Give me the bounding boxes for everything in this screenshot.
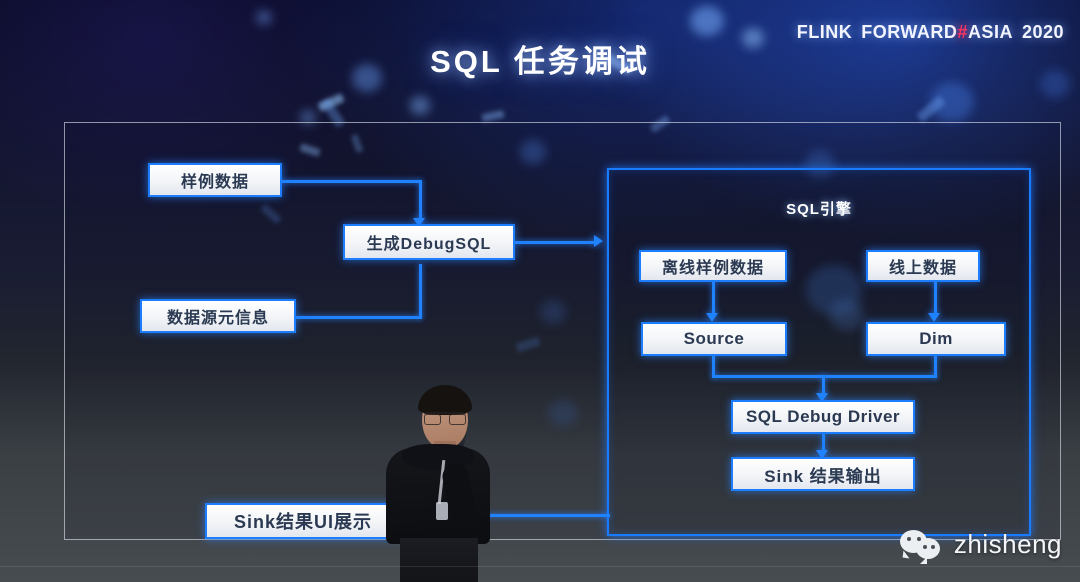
presenter-hair xyxy=(418,385,472,415)
node-offline-sample-data[interactable]: 离线样例数据 xyxy=(639,250,787,282)
node-sql-debug-driver[interactable]: SQL Debug Driver xyxy=(731,400,915,434)
node-generate-debug-sql[interactable]: 生成DebugSQL xyxy=(343,224,515,260)
bokeh-dot xyxy=(690,6,724,36)
connector-junction-up-to-debugsql xyxy=(419,264,422,319)
wechat-bubble-front xyxy=(915,537,940,564)
node-label: 生成DebugSQL xyxy=(366,236,492,253)
bg-shard xyxy=(481,109,505,123)
node-label: 数据源元信息 xyxy=(166,310,269,327)
bokeh-dot xyxy=(256,10,272,25)
brand-hash: # xyxy=(957,22,968,42)
node-sample-data[interactable]: 样例数据 xyxy=(148,163,282,197)
connector-meta-to-junction xyxy=(295,316,421,319)
connector-sample-to-junction xyxy=(281,180,421,183)
presenter-glasses xyxy=(424,412,466,425)
sql-engine-title: SQL引擎 xyxy=(786,201,852,218)
brand-asia: ASIA xyxy=(967,22,1013,42)
node-sink-result-ui[interactable]: Sink结果UI展示 xyxy=(205,503,401,539)
node-label: 离线样例数据 xyxy=(661,260,764,277)
connector-online-to-dim xyxy=(934,282,937,316)
node-label: Sink 结果输出 xyxy=(764,466,882,486)
bokeh-dot xyxy=(410,96,430,115)
bokeh-dot xyxy=(930,82,974,122)
node-online-data[interactable]: 线上数据 xyxy=(866,250,980,282)
node-sink-output[interactable]: Sink 结果输出 xyxy=(731,457,915,491)
node-label: Dim xyxy=(919,329,953,348)
node-label: 样例数据 xyxy=(180,174,249,191)
connector-debugsql-to-panel xyxy=(514,241,596,244)
bg-shard xyxy=(916,95,946,123)
presenter-legs xyxy=(400,538,478,582)
flink-forward-asia-logo: FLINK FORWARD#ASIA 2020 xyxy=(797,22,1064,43)
arrow-into-dim xyxy=(928,313,940,322)
arrow-into-sql-engine-panel xyxy=(594,235,603,247)
node-datasource-meta[interactable]: 数据源元信息 xyxy=(140,299,296,333)
connector-offline-to-source xyxy=(712,282,715,316)
bg-shard xyxy=(317,93,345,112)
connector-junction-down-to-debugsql xyxy=(419,180,422,220)
node-label: SQL Debug Driver xyxy=(745,407,901,426)
brand-forward: FORWARD xyxy=(861,22,958,42)
node-dim[interactable]: Dim xyxy=(866,322,1006,356)
watermark: zhisheng xyxy=(899,529,1062,564)
stage-seam-line xyxy=(0,566,1080,567)
node-label: Source xyxy=(683,329,745,348)
watermark-name: zhisheng xyxy=(953,529,1062,559)
brand-flink: FLINK xyxy=(796,22,853,42)
node-source[interactable]: Source xyxy=(641,322,787,356)
arrow-into-source xyxy=(706,313,718,322)
conference-stage-photo: SQL 任务调试 FLINK FORWARD#ASIA 2020 SQL引擎 样例数… xyxy=(0,0,1080,582)
wechat-icon xyxy=(899,529,946,564)
node-label: Sink结果UI展示 xyxy=(233,512,372,532)
node-label: 线上数据 xyxy=(888,260,957,277)
presenter-badge xyxy=(436,502,448,520)
presenter-person xyxy=(378,385,508,582)
brand-year: 2020 xyxy=(1021,22,1064,42)
